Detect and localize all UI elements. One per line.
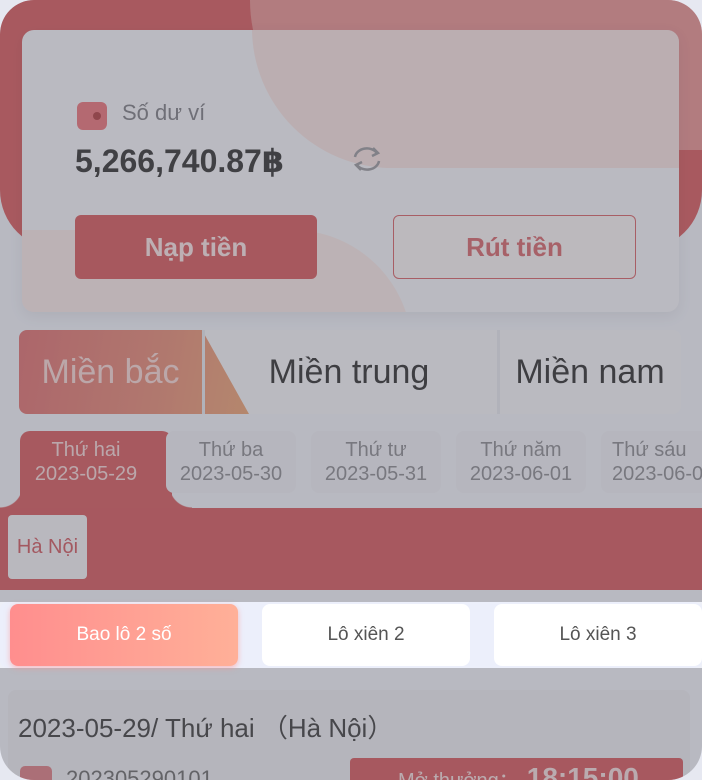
refresh-icon[interactable] (350, 144, 384, 174)
open-time-badge: Mở thưởng： 18:15:00 (350, 758, 683, 780)
day-name: Thứ hai (51, 439, 121, 461)
bet-tab-lo-xien-2[interactable]: Lô xiên 2 (262, 604, 470, 666)
day-tab-monday[interactable]: Thứ hai 2023-05-29 (21, 431, 151, 493)
wallet-icon (77, 102, 107, 130)
wallet-label: Số dư ví (122, 100, 206, 125)
region-divider (202, 330, 205, 414)
day-tab-thursday[interactable]: Thứ năm 2023-06-01 (456, 431, 586, 493)
draw-code: 202305290101 (66, 766, 213, 780)
day-name: Thứ ba (198, 439, 264, 461)
tab-mien-bac[interactable]: Miền bắc (19, 330, 202, 414)
card-decoration (252, 30, 679, 168)
wallet-balance: 5,266,740.87฿ (75, 143, 285, 179)
open-time: 18:15:00 (526, 762, 639, 780)
day-date: 2023-05-29 (34, 463, 138, 485)
day-date: 2023-06-02 (612, 463, 702, 485)
day-name: Thứ năm (480, 439, 562, 461)
day-date: 2023-05-31 (324, 463, 428, 485)
tab-mien-trung[interactable]: Miền trung (249, 330, 449, 414)
province-bar: Hà Nội (0, 508, 702, 590)
day-date: 2023-06-01 (469, 463, 573, 485)
result-card: 2023-05-29/ Thứ hai （Hà Nội） 20230529010… (8, 690, 690, 780)
day-name: Thứ tư (345, 439, 407, 461)
province-chip-ha-noi[interactable]: Hà Nội (8, 515, 87, 579)
wallet-card: Số dư ví 5,266,740.87฿ Nạp tiền Rút tiền (22, 30, 679, 312)
bet-tab-lo-xien-3[interactable]: Lô xiên 3 (494, 604, 702, 666)
withdraw-button[interactable]: Rút tiền (393, 215, 636, 279)
open-label: Mở thưởng： (398, 764, 519, 780)
ticket-icon (20, 766, 52, 780)
bet-type-tabs: Bao lô 2 số Lô xiên 2 Lô xiên 3 (0, 602, 702, 668)
result-title: 2023-05-29/ Thứ hai （Hà Nội） (18, 713, 394, 743)
day-name: Thứ sáu (612, 439, 687, 461)
app-screen: Số dư ví 5,266,740.87฿ Nạp tiền Rút tiền… (0, 0, 702, 780)
day-tabs: Thứ hai 2023-05-29 Thứ ba 2023-05-30 Thứ… (0, 425, 702, 511)
day-tab-tuesday[interactable]: Thứ ba 2023-05-30 (166, 431, 296, 493)
bet-tab-bao-lo-2-so[interactable]: Bao lô 2 số (10, 604, 238, 666)
day-tab-friday[interactable]: Thứ sáu 2023-06-02 (601, 431, 702, 493)
day-tab-wednesday[interactable]: Thứ tư 2023-05-31 (311, 431, 441, 493)
region-tabs: Miền bắc Miền trung Miền nam (19, 330, 681, 414)
day-date: 2023-05-30 (179, 463, 283, 485)
deposit-button[interactable]: Nạp tiền (75, 215, 317, 279)
tab-mien-nam[interactable]: Miền nam (499, 330, 681, 414)
